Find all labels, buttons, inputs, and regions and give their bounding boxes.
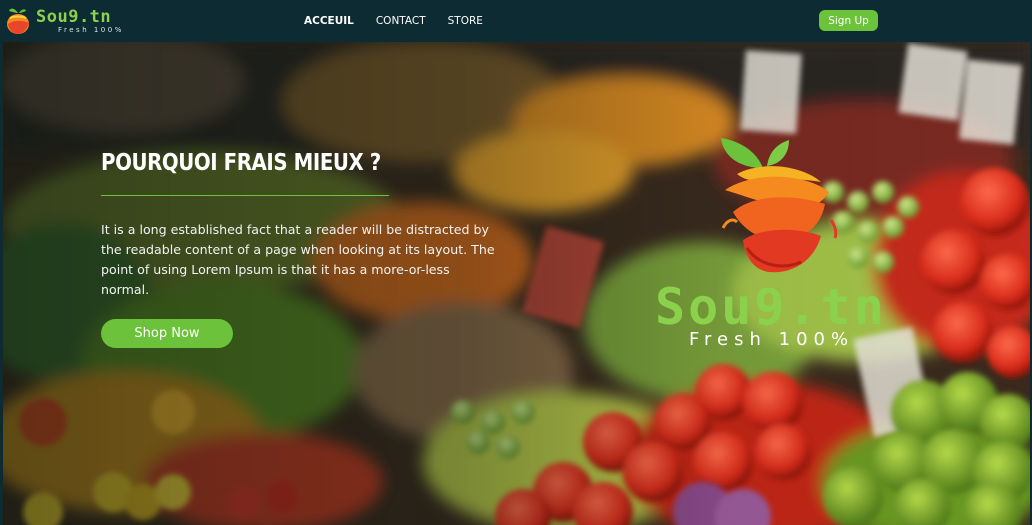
hero-divider xyxy=(101,195,389,196)
nav-links: ACCEUIL CONTACT STORE xyxy=(304,0,505,42)
signup-button[interactable]: Sign Up xyxy=(819,10,878,31)
brand-name: Sou9.tn xyxy=(36,6,112,27)
fruit-logo-icon xyxy=(7,8,29,34)
nav-link-acceuil[interactable]: ACCEUIL xyxy=(304,15,354,27)
navbar: Sou9.tn Fresh 100% ACCEUIL CONTACT STORE… xyxy=(0,0,1032,42)
brand-logo-link[interactable]: Sou9.tn Fresh 100% xyxy=(4,4,134,38)
hero-description: It is a long established fact that a rea… xyxy=(101,222,495,297)
hero-title: POURQUOI FRAIS MIEUX ? xyxy=(101,150,381,176)
hero-section: POURQUOI FRAIS MIEUX ? It is a long esta… xyxy=(3,42,1030,525)
hero-logo-name: Sou9.tn xyxy=(655,278,887,336)
hero-logo-tagline: Fresh 100% xyxy=(689,329,855,350)
nav-link-store[interactable]: STORE xyxy=(448,15,483,27)
brand-tagline: Fresh 100% xyxy=(58,25,124,34)
fruit-logo-icon xyxy=(721,138,838,273)
shop-now-button[interactable]: Shop Now xyxy=(101,319,233,348)
nav-link-contact[interactable]: CONTACT xyxy=(376,15,426,27)
